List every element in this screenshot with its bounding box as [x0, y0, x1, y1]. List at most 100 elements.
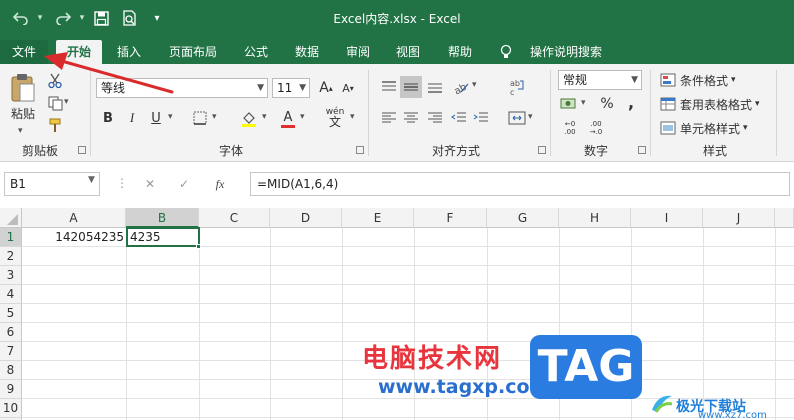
orientation-dropdown-icon[interactable]: ▾ [472, 80, 477, 90]
shrink-font-button[interactable]: A ▾ [338, 78, 358, 98]
tab-page-layout[interactable]: 页面布局 [158, 40, 228, 64]
formula-bar-grip-icon[interactable]: ⋮ [116, 176, 128, 190]
decrease-decimal-icon[interactable]: .00 →.0 [584, 118, 608, 138]
row-header-9[interactable]: 9 [0, 380, 22, 399]
tab-insert[interactable]: 插入 [108, 40, 150, 64]
percent-button[interactable]: % [596, 94, 618, 114]
orientation-icon[interactable]: ab [450, 76, 472, 98]
underline-dropdown-icon[interactable]: ▾ [168, 112, 173, 122]
paste-label: 粘贴 [10, 106, 35, 121]
borders-icon[interactable] [190, 108, 210, 128]
paste-button[interactable]: 粘贴 [6, 70, 40, 124]
comma-button[interactable]: , [620, 92, 642, 112]
italic-button[interactable]: I [122, 108, 142, 128]
merge-dropdown-icon[interactable]: ▾ [528, 112, 533, 122]
merge-center-icon[interactable] [506, 108, 528, 128]
column-header-f[interactable]: F [414, 208, 487, 228]
increase-decimal-icon[interactable]: ←0.00 [558, 118, 582, 138]
decrease-indent-icon[interactable] [448, 108, 470, 128]
increase-indent-icon[interactable] [470, 108, 492, 128]
wrap-text-icon[interactable]: ab c [506, 76, 528, 98]
font-color-button[interactable]: A [278, 108, 298, 130]
tab-data[interactable]: 数据 [286, 40, 328, 64]
column-header-d[interactable]: D [270, 208, 342, 228]
borders-dropdown-icon[interactable]: ▾ [212, 112, 217, 122]
accounting-dropdown-icon[interactable]: ▾ [581, 98, 586, 108]
row-header-7[interactable]: 7 [0, 342, 22, 361]
align-bottom-icon[interactable] [424, 76, 446, 98]
font-launcher-icon[interactable] [356, 146, 364, 154]
column-header-h[interactable]: H [559, 208, 631, 228]
row-header-5[interactable]: 5 [0, 304, 22, 323]
cell-b1-selected[interactable]: 4235 [126, 227, 200, 247]
column-header-a[interactable]: A [22, 208, 126, 228]
cancel-entry-icon[interactable]: ✕ [138, 174, 162, 194]
row-header-3[interactable]: 3 [0, 266, 22, 285]
row-header-2[interactable]: 2 [0, 247, 22, 266]
fill-handle[interactable] [196, 244, 201, 249]
tab-formulas[interactable]: 公式 [236, 40, 276, 64]
column-header-k[interactable] [775, 208, 794, 228]
font-size-combo[interactable]: 11 ▼ [272, 78, 310, 98]
insert-function-icon[interactable]: fx [208, 174, 232, 194]
number-format-combo[interactable]: 常规 ▼ [558, 70, 642, 90]
select-all-corner[interactable] [0, 208, 22, 228]
confirm-entry-icon[interactable]: ✓ [172, 174, 196, 194]
column-header-g[interactable]: G [487, 208, 559, 228]
name-box-dropdown-icon[interactable]: ▼ [88, 175, 95, 185]
format-as-table-button[interactable]: 套用表格格式 ▾ [660, 94, 760, 114]
align-middle-icon[interactable] [400, 76, 422, 98]
column-header-b[interactable]: B [126, 208, 199, 228]
watermark-site-url: www.xz7.com [698, 410, 767, 420]
number-launcher-icon[interactable] [638, 146, 646, 154]
column-header-j[interactable]: J [703, 208, 775, 228]
column-header-c[interactable]: C [199, 208, 270, 228]
tab-view[interactable]: 视图 [388, 40, 428, 64]
row-header-10[interactable]: 10 [0, 399, 22, 418]
accounting-format-icon[interactable] [558, 94, 580, 114]
alignment-launcher-icon[interactable] [538, 146, 546, 154]
bold-button[interactable]: B [98, 108, 118, 128]
align-center-icon[interactable] [400, 108, 422, 128]
tab-review[interactable]: 审阅 [338, 40, 378, 64]
phonetic-dropdown-icon[interactable]: ▾ [350, 112, 355, 122]
align-left-icon[interactable] [378, 108, 400, 128]
font-name-combo[interactable]: 等线 ▼ [96, 78, 268, 98]
svg-text:ab: ab [452, 82, 468, 95]
grow-font-button[interactable]: A ▴ [316, 78, 336, 98]
paste-dropdown-icon[interactable]: ▾ [18, 126, 23, 136]
tab-home[interactable]: 开始 [56, 40, 102, 64]
cut-icon[interactable] [46, 72, 64, 90]
row-header-6[interactable]: 6 [0, 323, 22, 342]
column-header-i[interactable]: I [631, 208, 703, 228]
cell-a1[interactable]: 142054235 [22, 228, 125, 246]
grid-line [270, 228, 271, 420]
fill-color-dropdown-icon[interactable]: ▾ [262, 112, 267, 122]
align-right-icon[interactable] [424, 108, 446, 128]
conditional-formatting-button[interactable]: 条件格式 ▾ [660, 70, 736, 90]
window-title: Excel内容.xlsx - Excel [333, 12, 461, 26]
font-color-dropdown-icon[interactable]: ▾ [300, 112, 305, 122]
fill-color-icon[interactable] [238, 108, 260, 130]
tab-help[interactable]: 帮助 [440, 40, 480, 64]
title-bar: ▾ ▾ ▾ Excel内容.xlsx - Excel [0, 0, 794, 36]
tell-me-search[interactable]: 操作说明搜索 [524, 40, 608, 64]
clipboard-launcher-icon[interactable] [78, 146, 86, 154]
name-box[interactable]: B1 [4, 172, 100, 196]
copy-dropdown-icon[interactable]: ▾ [64, 97, 69, 107]
row-header-4[interactable]: 4 [0, 285, 22, 304]
formula-input[interactable]: =MID(A1,6,4) [250, 172, 790, 196]
watermark-url: www.tagxp.com [378, 376, 550, 398]
column-header-e[interactable]: E [342, 208, 414, 228]
font-color-swatch [281, 124, 295, 128]
row-header-1[interactable]: 1 [0, 228, 22, 247]
row-header-8[interactable]: 8 [0, 361, 22, 380]
grid-line [22, 303, 794, 304]
tab-file[interactable]: 文件 [0, 40, 48, 64]
phonetic-button[interactable]: wén 文 [322, 104, 348, 130]
format-painter-icon[interactable] [46, 116, 64, 134]
underline-button[interactable]: U [146, 108, 166, 128]
cell-styles-button[interactable]: 单元格样式 ▾ [660, 118, 748, 138]
align-top-icon[interactable] [378, 76, 400, 98]
copy-icon[interactable] [46, 94, 64, 112]
